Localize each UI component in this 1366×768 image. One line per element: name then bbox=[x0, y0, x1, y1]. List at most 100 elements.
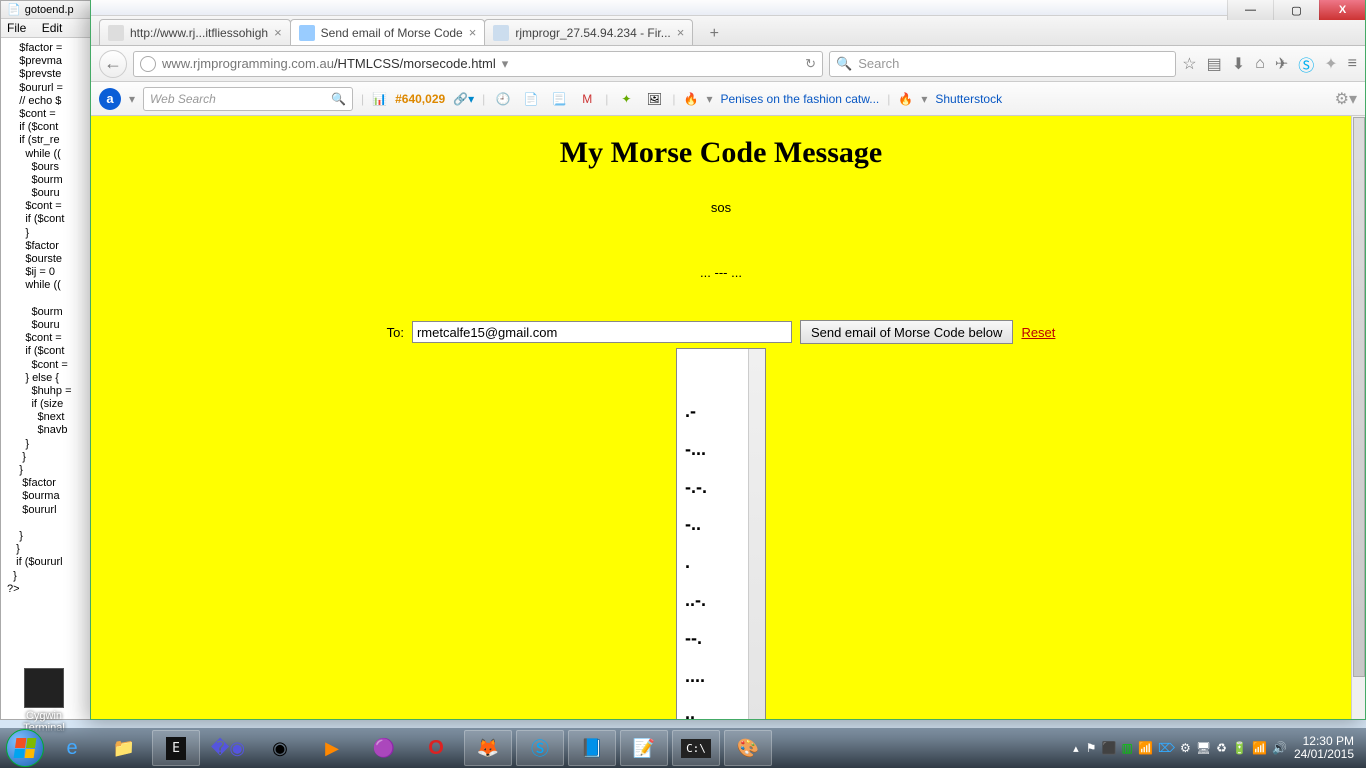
clock-date: 24/01/2015 bbox=[1294, 748, 1354, 761]
link-icon[interactable]: 🔗▾ bbox=[453, 92, 474, 106]
taskbar-terminal[interactable]: E bbox=[152, 730, 200, 766]
library-icon[interactable]: ▤ bbox=[1207, 54, 1222, 74]
page-content: My Morse Code Message sos ... --- ... To… bbox=[91, 116, 1351, 719]
dropdown-icon[interactable]: ▾ bbox=[502, 56, 509, 72]
dropdown-icon[interactable]: ▾ bbox=[706, 92, 712, 106]
wayback-icon[interactable]: 🕘 bbox=[493, 89, 513, 109]
browser-search-bar[interactable]: 🔍 Search bbox=[829, 51, 1176, 77]
taskbar-ie[interactable]: e bbox=[48, 730, 96, 766]
tab-close-icon[interactable]: × bbox=[677, 25, 685, 40]
back-button[interactable]: ← bbox=[99, 50, 127, 78]
volume-icon[interactable]: 🔊 bbox=[1272, 741, 1287, 755]
tray-up-icon[interactable]: ▴ bbox=[1073, 742, 1079, 755]
tray-icon[interactable]: ♻ bbox=[1216, 741, 1227, 755]
send-icon[interactable]: ✈ bbox=[1275, 54, 1288, 74]
tray-icon[interactable]: 🖥 bbox=[1196, 741, 1211, 755]
send-button[interactable]: Send email of Morse Code below bbox=[800, 320, 1014, 344]
dropdown-icon[interactable]: ▾ bbox=[129, 92, 135, 106]
morse-line: .- bbox=[685, 393, 757, 431]
flame-icon: 🔥 bbox=[898, 92, 913, 106]
page2-icon[interactable]: 📃 bbox=[549, 89, 569, 109]
tab-label: http://www.rj...itfliessohigh bbox=[130, 26, 268, 40]
addon-icon[interactable]: ✦ bbox=[1324, 54, 1337, 74]
home-icon[interactable]: ⌂ bbox=[1255, 55, 1265, 73]
alexa-icon[interactable]: a bbox=[99, 88, 121, 110]
network-icon[interactable]: 📶 bbox=[1252, 741, 1267, 755]
morse-line: ..-. bbox=[685, 582, 757, 620]
taskbar-app[interactable]: 🟣 bbox=[360, 730, 408, 766]
divider: | bbox=[887, 92, 890, 106]
tray-icon[interactable]: ⚑ bbox=[1086, 741, 1097, 755]
reset-link[interactable]: Reset bbox=[1021, 325, 1055, 340]
morse-line: .... bbox=[685, 658, 757, 696]
maximize-button[interactable]: ▢ bbox=[1273, 0, 1319, 20]
hamburger-menu-icon[interactable]: ≡ bbox=[1348, 55, 1357, 73]
bookmark-star-icon[interactable]: ☆ bbox=[1182, 54, 1196, 74]
desktop-icon-cygwin[interactable]: Cygwin Terminal bbox=[14, 668, 74, 734]
tab-2[interactable]: Send email of Morse Code × bbox=[290, 19, 486, 45]
taskbar-opera[interactable]: O bbox=[412, 730, 460, 766]
hot-link-1[interactable]: Penises on the fashion catw... bbox=[721, 92, 880, 106]
gmail-icon[interactable]: M bbox=[577, 89, 597, 109]
window-titlebar[interactable]: — ▢ X bbox=[91, 0, 1365, 16]
nav-toolbar: ← www.rjmprogramming.com.au/HTMLCSS/mors… bbox=[91, 46, 1365, 82]
divider: | bbox=[605, 92, 608, 106]
tray-icon[interactable]: ⚙ bbox=[1180, 741, 1191, 755]
morse-output-box[interactable]: .- -... -.-. -.. . ..-. --. .... .. bbox=[676, 348, 766, 719]
menu-file[interactable]: File bbox=[7, 21, 26, 35]
address-bar[interactable]: www.rjmprogramming.com.au/HTMLCSS/morsec… bbox=[133, 51, 823, 77]
toolbar-search[interactable]: Web Search 🔍 bbox=[143, 87, 353, 111]
rank-number: #640,029 bbox=[395, 92, 445, 106]
page-scrollbar[interactable] bbox=[1351, 116, 1365, 719]
taskbar-firefox[interactable]: 🦊 bbox=[464, 730, 512, 766]
tab-close-icon[interactable]: × bbox=[274, 25, 282, 40]
scrollbar-thumb[interactable] bbox=[750, 350, 764, 370]
favicon-icon bbox=[299, 25, 315, 41]
tab-3[interactable]: rjmprogr_27.54.94.234 - Fir... × bbox=[484, 19, 693, 45]
morse-inline: ... --- ... bbox=[91, 265, 1351, 280]
morse-line: -.. bbox=[685, 506, 757, 544]
tray-icon[interactable]: ▥ bbox=[1122, 741, 1133, 755]
tray-icons[interactable]: ⚑ ⬛ ▥ 📶 ⌦ ⚙ 🖥 ♻ 🔋 📶 🔊 bbox=[1085, 741, 1288, 755]
dropdown-icon[interactable]: ▾ bbox=[921, 92, 927, 106]
page-scroll-thumb[interactable] bbox=[1353, 117, 1365, 677]
taskbar-app2[interactable]: 📘 bbox=[568, 730, 616, 766]
minimize-button[interactable]: — bbox=[1227, 0, 1273, 20]
gear-icon[interactable]: ⚙▾ bbox=[1335, 89, 1357, 109]
taskbar-chrome[interactable]: ◉ bbox=[256, 730, 304, 766]
tab-1[interactable]: http://www.rj...itfliessohigh × bbox=[99, 19, 291, 45]
taskbar-cmd[interactable]: C:\ bbox=[672, 730, 720, 766]
reload-icon[interactable]: ↻ bbox=[805, 56, 816, 72]
star-icon[interactable]: ✦ bbox=[616, 89, 636, 109]
firefox-window: — ▢ X http://www.rj...itfliessohigh × Se… bbox=[90, 0, 1366, 720]
tab-close-icon[interactable]: × bbox=[469, 25, 477, 40]
clock[interactable]: 12:30 PM 24/01/2015 bbox=[1294, 735, 1354, 761]
search-icon[interactable]: 🔍 bbox=[331, 92, 346, 106]
page-icon[interactable]: 📄 bbox=[521, 89, 541, 109]
menu-edit[interactable]: Edit bbox=[42, 21, 63, 35]
new-tab-button[interactable]: + bbox=[700, 23, 728, 45]
skype-icon[interactable]: Ⓢ bbox=[1298, 52, 1314, 76]
search-engine-icon: 🔍 bbox=[836, 56, 852, 72]
email-form-row: To: Send email of Morse Code below Reset bbox=[387, 320, 1056, 344]
email-field[interactable] bbox=[412, 321, 792, 343]
taskbar-media[interactable]: ▶ bbox=[308, 730, 356, 766]
taskbar-paint[interactable]: 🎨 bbox=[724, 730, 772, 766]
photo-icon[interactable]: 🖼 bbox=[644, 89, 664, 109]
taskbar-skype[interactable]: Ⓢ bbox=[516, 730, 564, 766]
morse-line: --. bbox=[685, 620, 757, 658]
divider: | bbox=[482, 92, 485, 106]
divider: | bbox=[672, 92, 675, 106]
taskbar-notepad[interactable]: 📝 bbox=[620, 730, 668, 766]
close-button[interactable]: X bbox=[1319, 0, 1365, 20]
downloads-icon[interactable]: ⬇ bbox=[1232, 54, 1245, 74]
bluetooth-icon[interactable]: ⌦ bbox=[1158, 741, 1175, 755]
hot-link-2[interactable]: Shutterstock bbox=[935, 92, 1002, 106]
taskbar-explorer[interactable]: 📁 bbox=[100, 730, 148, 766]
tray-icon[interactable]: ⬛ bbox=[1102, 741, 1117, 755]
window-controls: — ▢ X bbox=[1227, 0, 1365, 20]
taskbar-eclipse[interactable]: �◉ bbox=[204, 730, 252, 766]
battery-icon[interactable]: 🔋 bbox=[1232, 741, 1247, 755]
start-button[interactable] bbox=[6, 729, 44, 767]
tray-icon[interactable]: 📶 bbox=[1138, 741, 1153, 755]
